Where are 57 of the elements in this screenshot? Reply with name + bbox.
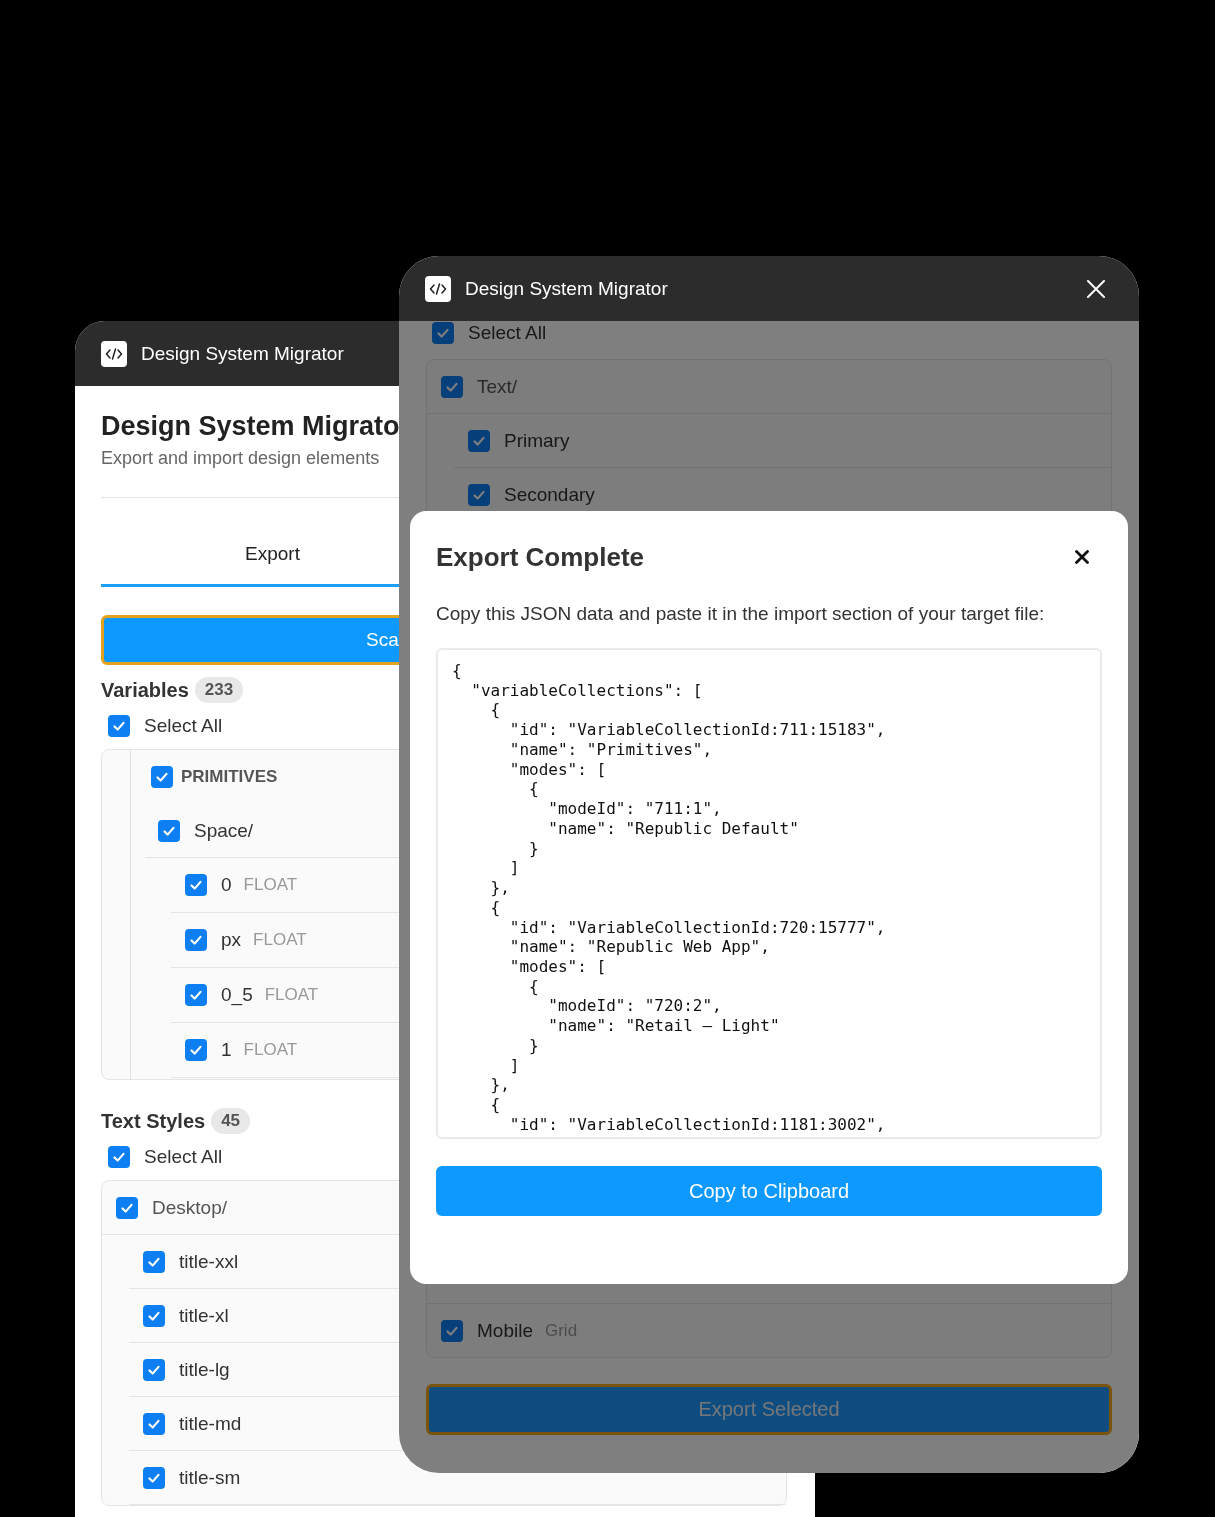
json-code: { "variableCollections": [ { "id": "VariableCollectionId:711:15183", "name": "Primitives", "modes": [ { "modeId": "711:1", "name": "Republic Default" } ] }, { "id": "VariableCollectionId:720:15777", "name": "Republic Web App", "modes": [ { "modeId": "720:2", "name": "Retail – Light" } ] }, { "id": "VariableCollectionId:1181:3002", xyxy=(452,661,887,1135)
checkbox[interactable] xyxy=(108,1146,130,1168)
dialog-description: Copy this JSON data and paste it in the import section of your target file: xyxy=(436,602,1046,626)
collection-label: PRIMITIVES xyxy=(181,767,278,787)
style-name: title-xxl xyxy=(179,1250,239,1273)
checkbox[interactable] xyxy=(143,1466,165,1489)
code-icon xyxy=(425,275,451,302)
checkbox[interactable] xyxy=(185,984,207,1006)
variable-name: 0 xyxy=(221,874,232,896)
style-name: title-sm xyxy=(179,1466,241,1489)
checkbox[interactable] xyxy=(143,1358,165,1381)
style-name: Primary xyxy=(504,429,570,452)
variable-name: 1 xyxy=(221,1039,232,1061)
checkbox[interactable] xyxy=(185,929,207,951)
style-name: title-md xyxy=(179,1412,242,1435)
checkbox[interactable] xyxy=(108,715,130,737)
window-title: Design System Migrator xyxy=(141,342,344,365)
checkbox-label: Select All xyxy=(144,1146,223,1168)
variable-type: FLOAT xyxy=(253,930,307,950)
close-icon[interactable] xyxy=(1075,550,1089,564)
page-heading: Design System Migrato xyxy=(101,410,400,442)
style-name: title-lg xyxy=(179,1358,230,1381)
group-label: Space/ xyxy=(194,819,254,842)
checkbox[interactable] xyxy=(116,1196,138,1219)
variable-type: FLOAT xyxy=(243,875,298,895)
variable-name: px xyxy=(221,929,242,951)
count-badge: 233 xyxy=(194,677,244,703)
count-badge: 45 xyxy=(211,1108,251,1134)
checkbox[interactable] xyxy=(143,1304,165,1327)
checkbox[interactable] xyxy=(185,1039,207,1061)
checkbox-label: Select All xyxy=(468,322,547,344)
checkbox[interactable] xyxy=(468,429,490,452)
checkbox[interactable] xyxy=(185,874,207,896)
checkbox[interactable] xyxy=(441,1319,463,1342)
page-subtitle: Export and import design elements xyxy=(101,447,380,469)
variable-type: FLOAT xyxy=(264,985,319,1005)
group-label: Desktop/ xyxy=(152,1196,227,1219)
copy-button[interactable]: Copy to Clipboard xyxy=(436,1166,1102,1216)
style-name: Secondary xyxy=(504,483,595,506)
checkbox[interactable] xyxy=(158,819,180,842)
variable-type: FLOAT xyxy=(243,1040,298,1060)
variable-name: 0_5 xyxy=(221,984,253,1006)
checkbox[interactable] xyxy=(432,322,454,344)
export-button[interactable]: Export Selected xyxy=(426,1384,1112,1435)
checkbox[interactable] xyxy=(151,766,173,788)
section-title: Text Styles xyxy=(101,1109,206,1133)
checkbox[interactable] xyxy=(441,375,463,398)
style-name: title-xl xyxy=(179,1304,229,1327)
checkbox[interactable] xyxy=(143,1412,165,1435)
window-title: Design System Migrator xyxy=(465,277,668,300)
section-title: Variables xyxy=(101,678,189,702)
group-label: Text/ xyxy=(477,375,518,398)
checkbox-label: Select All xyxy=(144,715,223,737)
style-name: Mobile xyxy=(477,1319,533,1342)
code-icon xyxy=(101,340,127,367)
checkbox[interactable] xyxy=(143,1250,165,1273)
checkbox[interactable] xyxy=(468,483,490,506)
